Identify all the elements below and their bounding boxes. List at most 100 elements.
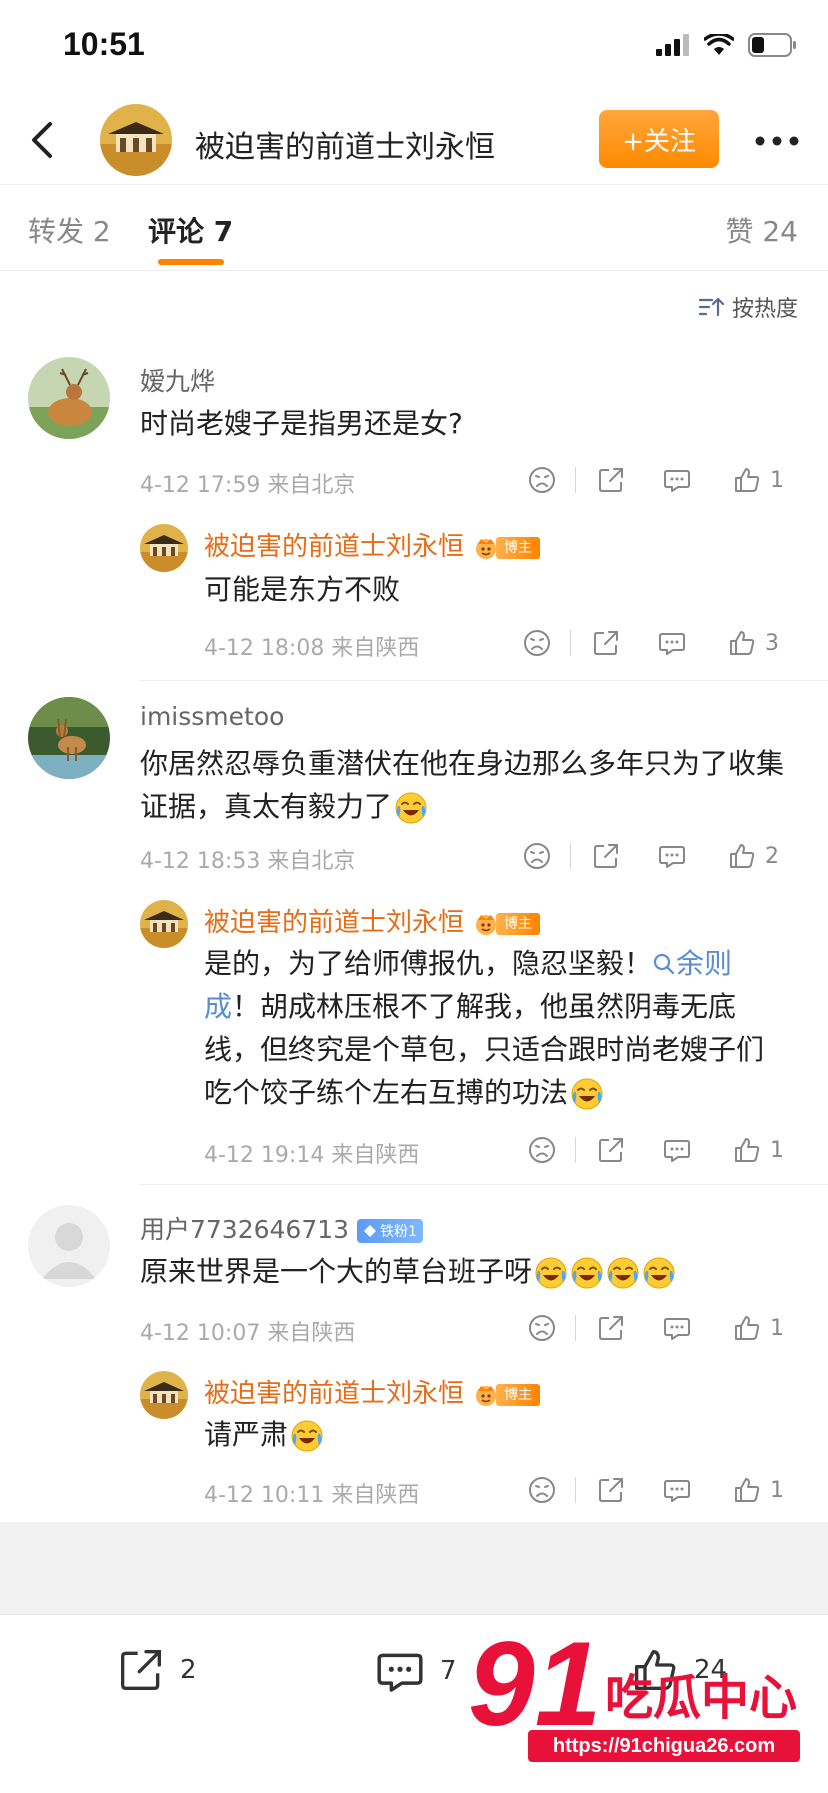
share-icon	[121, 1650, 161, 1690]
comment-username-text: 用户7732646713	[140, 1215, 350, 1244]
reply-username[interactable]: 被迫害的前道士刘永恒 博主	[204, 1373, 541, 1410]
reply-username[interactable]: 被迫害的前道士刘永恒 博主	[204, 902, 541, 939]
fan-badge: 铁粉1	[357, 1219, 423, 1243]
reply-avatar[interactable]	[140, 524, 188, 572]
laugh-cry-emoji	[642, 1256, 676, 1290]
dislike-icon[interactable]	[527, 1313, 557, 1343]
dislike-icon[interactable]	[527, 1135, 557, 1165]
comment-actions: 1	[527, 463, 784, 497]
sort-icon	[698, 297, 724, 317]
author-badge-label: 博主	[496, 912, 541, 935]
comment-username[interactable]: imissmetoo	[140, 702, 284, 731]
like-icon[interactable]	[732, 1313, 762, 1343]
reply-username[interactable]: 被迫害的前道士刘永恒 博主	[204, 526, 541, 563]
laugh-cry-emoji	[290, 1419, 324, 1453]
author-badge-label: 博主	[496, 1383, 541, 1406]
like-count: 1	[770, 1315, 784, 1341]
reply-username-text: 被迫害的前道士刘永恒	[204, 1379, 465, 1409]
reply-text-before: 是的，为了给师傅报仇，隐忍坚毅！	[204, 947, 653, 980]
share-icon[interactable]	[596, 465, 626, 495]
dislike-icon[interactable]	[522, 841, 552, 871]
repost-button[interactable]: 2	[116, 1645, 197, 1695]
like-icon[interactable]	[732, 465, 762, 495]
signal-icon	[656, 34, 689, 56]
share-icon[interactable]	[596, 1313, 626, 1343]
sort-button[interactable]: 按热度	[698, 291, 798, 323]
laugh-cry-emoji	[570, 1077, 604, 1111]
reply-username-text: 被迫害的前道士刘永恒	[204, 532, 465, 562]
reply-text-after: ！胡成林压根不了解我，他虽然阴毒无底线，但终究是个草包，只适合跟时尚老嫂子们吃个…	[204, 990, 765, 1109]
like-icon[interactable]	[732, 1135, 762, 1165]
author-badge: 博主	[472, 1383, 541, 1407]
status-icons	[656, 33, 798, 57]
more-icon[interactable]	[752, 126, 802, 156]
comment-icon[interactable]	[657, 628, 687, 658]
tab-repost[interactable]: 转发 2	[28, 210, 111, 250]
like-count: 1	[770, 1477, 784, 1503]
battery-icon	[748, 33, 796, 57]
author-badge: 博主	[472, 912, 541, 936]
wifi-icon	[704, 34, 734, 55]
tab-likes[interactable]: 赞 24	[725, 210, 798, 250]
like-count: 3	[765, 630, 779, 656]
comment-text-content: 原来世界是一个大的草台班子呀	[140, 1255, 533, 1288]
comment-text-content: 你居然忍辱负重潜伏在他在身边那么多年只为了收集证据，真太有毅力了	[140, 747, 785, 823]
comment-meta: 4-12 18:53 来自北京	[140, 849, 356, 874]
comment-icon[interactable]	[662, 1313, 692, 1343]
comment-icon[interactable]	[662, 465, 692, 495]
tab-active-indicator	[158, 259, 224, 265]
watermark-number: 91	[468, 1617, 602, 1751]
comment-icon[interactable]	[657, 841, 687, 871]
like-icon[interactable]	[727, 841, 757, 871]
tab-comments[interactable]: 评论 7	[148, 210, 233, 250]
comment-button[interactable]: 7	[374, 1645, 457, 1697]
share-icon[interactable]	[596, 1475, 626, 1505]
comment-text: 时尚老嫂子是指男还是女?	[140, 407, 463, 440]
reply-meta: 4-12 19:14 来自陕西	[204, 1143, 420, 1168]
back-icon[interactable]	[22, 118, 62, 162]
commenter-avatar[interactable]	[28, 697, 110, 779]
diamond-icon	[364, 1225, 377, 1237]
reply-username-text: 被迫害的前道士刘永恒	[204, 908, 465, 938]
dislike-icon[interactable]	[527, 1475, 557, 1505]
comment-icon[interactable]	[662, 1475, 692, 1505]
reply-avatar[interactable]	[140, 900, 188, 948]
like-count: 1	[770, 1137, 784, 1163]
like-icon[interactable]	[727, 628, 757, 658]
share-icon[interactable]	[591, 841, 621, 871]
comment-text: 你居然忍辱负重潜伏在他在身边那么多年只为了收集证据，真太有毅力了	[140, 742, 800, 828]
comment-icon[interactable]	[662, 1135, 692, 1165]
status-bar: 10:51	[0, 0, 828, 100]
nav-bar: 被迫害的前道士刘永恒 +关注	[0, 100, 828, 185]
reply-actions: 1	[527, 1473, 784, 1507]
reply-text: 请严肃	[204, 1413, 324, 1456]
reply-text: 可能是东方不败	[204, 573, 401, 606]
laugh-cry-emoji	[534, 1256, 568, 1290]
dislike-icon[interactable]	[527, 465, 557, 495]
like-count: 1	[770, 467, 784, 493]
author-avatar[interactable]	[100, 104, 172, 176]
commenter-avatar[interactable]	[28, 1205, 110, 1287]
divider	[140, 680, 828, 681]
comment-username[interactable]: 嫒九烨	[140, 362, 215, 398]
reply-avatar[interactable]	[140, 1371, 188, 1419]
comment-username[interactable]: 用户7732646713 铁粉1	[140, 1210, 423, 1246]
laugh-cry-emoji	[606, 1256, 640, 1290]
search-link-icon	[653, 953, 675, 975]
author-badge: 博主	[472, 536, 541, 560]
dislike-icon[interactable]	[522, 628, 552, 658]
commenter-avatar[interactable]	[28, 357, 110, 439]
share-icon[interactable]	[596, 1135, 626, 1165]
like-icon[interactable]	[732, 1475, 762, 1505]
follow-button[interactable]: +关注	[599, 110, 719, 168]
laugh-cry-emoji	[570, 1256, 604, 1290]
comment-actions: 2	[522, 839, 779, 873]
like-count: 2	[765, 843, 779, 869]
comment-icon	[377, 1653, 423, 1692]
reply-actions: 3	[522, 626, 779, 660]
comment-count: 7	[440, 1656, 457, 1686]
fan-badge-label: 铁粉1	[380, 1224, 417, 1240]
reply-meta: 4-12 10:11 来自陕西	[204, 1483, 420, 1508]
share-icon[interactable]	[591, 628, 621, 658]
tab-bar: 转发 2 评论 7 赞 24	[0, 184, 828, 271]
